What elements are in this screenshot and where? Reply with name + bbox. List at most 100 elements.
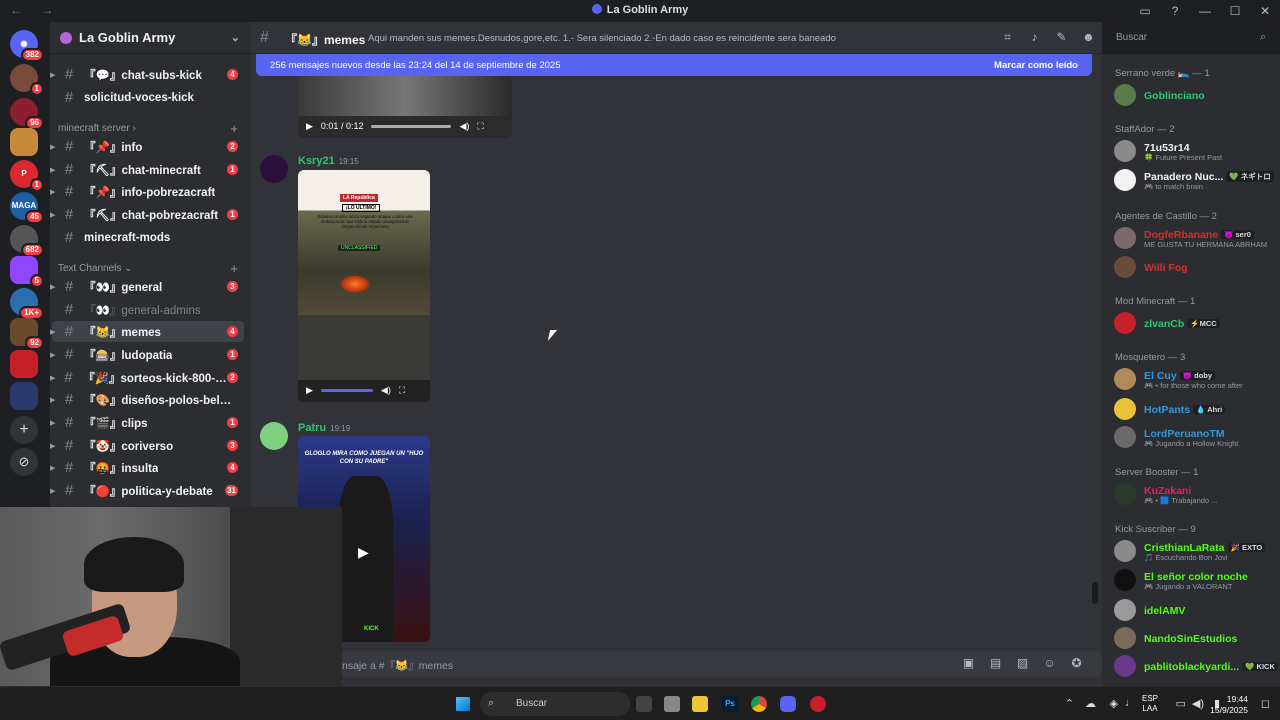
chrome-icon[interactable] [751, 696, 767, 712]
gif-icon[interactable]: ▤ [982, 656, 1009, 670]
channel-item[interactable]: # solicitud-voces-kick [52, 87, 244, 108]
gift-icon[interactable]: ▣ [955, 656, 982, 670]
channel-topic[interactable]: Aqui manden sus memes.Desnudos,gore,etc.… [368, 33, 836, 44]
inbox-icon[interactable]: ▭ [1130, 4, 1160, 18]
volume-icon[interactable]: ◀) [381, 385, 391, 396]
member-item[interactable]: KuZakani 🎮 • 🟦 Trabajando ... [1114, 481, 1278, 507]
pin-icon[interactable]: ✎ [1048, 30, 1075, 45]
channel-item[interactable]: # 『👀』general-admins [52, 299, 244, 320]
member-item[interactable]: NandoSinEstudios [1114, 625, 1278, 651]
server-icon[interactable]: P1 [10, 160, 44, 192]
photoshop-icon[interactable]: Ps [722, 696, 738, 712]
play-icon[interactable]: ▶ [358, 544, 369, 561]
close-button[interactable]: ✕ [1250, 4, 1280, 18]
member-item[interactable]: Panadero Nuc... 💚 ネギトロ 🎮 to match brain [1114, 167, 1278, 193]
channel-item[interactable]: ▶ # 『🎰』ludopatia 1 [50, 344, 244, 365]
discord-icon[interactable] [780, 696, 796, 712]
server-icon[interactable]: 92 [10, 318, 44, 350]
tray-app-icon[interactable]: ◈ [1110, 697, 1118, 710]
member-item[interactable]: El señor color noche 🎮 Jugando a VALORANT [1114, 567, 1278, 593]
sticker-icon[interactable]: ▨ [1009, 656, 1036, 670]
channel-item[interactable]: ▶#『🎨』diseños-polos-beluga-ar... [50, 389, 244, 410]
start-button[interactable] [456, 697, 470, 711]
mark-as-read-button[interactable]: Marcar como leído [994, 60, 1078, 71]
category-minecraft[interactable]: minecraft server › + [58, 121, 238, 136]
file-explorer-icon[interactable] [692, 696, 708, 712]
server-icon[interactable]: 1 [10, 64, 44, 96]
task-view-icon[interactable] [636, 696, 652, 712]
server-icon[interactable]: 682 [10, 225, 44, 257]
channel-item-selected[interactable]: ▶ # 『😹』memes 4 [50, 321, 244, 342]
server-icon[interactable]: MAGA 45 [10, 192, 44, 224]
maximize-button[interactable]: ☐ [1220, 4, 1250, 18]
play-icon[interactable]: ▶ [306, 385, 313, 396]
notification-icon[interactable]: ◻ [1261, 697, 1270, 710]
server-icon[interactable] [10, 128, 38, 156]
member-item[interactable]: HotPants 💧 Ahri [1114, 396, 1278, 422]
server-icon[interactable] [10, 382, 38, 410]
new-messages-banner[interactable]: 256 mensajes nuevos desde las 23:24 del … [256, 54, 1092, 76]
network-icon[interactable]: ▭ [1176, 697, 1186, 710]
home-button[interactable]: ◉ 382 [10, 30, 44, 62]
member-item[interactable]: El Cuy 😈 doby 🎮 • for those who come after [1114, 366, 1278, 392]
member-item[interactable]: Goblinciano [1114, 82, 1278, 108]
notification-bell-icon[interactable]: ♪ [1021, 30, 1048, 45]
member-item[interactable]: 71u53r14 🍀 Future Present Past [1114, 138, 1278, 164]
author-name[interactable]: Ksry21 [298, 155, 335, 167]
member-list-icon[interactable]: ☻ [1075, 30, 1102, 45]
progress-bar[interactable] [320, 388, 373, 392]
member-item[interactable]: zlvanCb ⚡MCC [1114, 310, 1278, 336]
add-channel-icon[interactable]: + [230, 261, 238, 276]
avatar[interactable] [260, 422, 288, 450]
category-text-channels[interactable]: Text Channels ⌄ + [58, 261, 238, 276]
channel-item[interactable]: ▶ # 『👀』general 3 [50, 276, 244, 297]
help-icon[interactable]: ? [1160, 4, 1190, 18]
avatar[interactable] [260, 155, 288, 183]
video-attachment[interactable]: LA República ¡LO ÚLTIMO! Estados Unidos … [298, 170, 430, 402]
minimize-button[interactable]: — [1190, 4, 1220, 18]
app-icon[interactable] [664, 696, 680, 712]
channel-item[interactable]: ▶ # 『🎬』clips 1 [50, 412, 244, 433]
channel-item[interactable]: ▶ # 『🔴』politica-y-debate 31 [50, 480, 244, 501]
member-item[interactable]: idelAMV [1114, 597, 1278, 623]
channel-item[interactable]: ▶ # 『⛏』chat-minecraft 1 [50, 159, 244, 180]
video-attachment[interactable]: ▶ 0:01 / 0:12 ◀) ⛶ [298, 76, 512, 138]
cloud-icon[interactable]: ☁ [1085, 697, 1096, 710]
channel-item[interactable]: ▶ # 『📌』info 2 [50, 136, 244, 157]
channel-item[interactable]: ▶ # 『🤡』coriverso 3 [50, 435, 244, 456]
guild-header[interactable]: La Goblin Army ⌄ [50, 22, 250, 54]
emoji-icon[interactable]: ☺ [1036, 656, 1063, 670]
volume-icon[interactable]: ◀) [1192, 697, 1204, 710]
author-name[interactable]: Patru [298, 422, 326, 434]
volume-icon[interactable]: ◀) [459, 121, 469, 132]
play-icon[interactable]: ▶ [306, 121, 313, 132]
server-icon[interactable]: 1K+ [10, 288, 44, 320]
member-item[interactable]: LordPeruanoTM 🎮 Jugando a Hollow Knight [1114, 424, 1278, 450]
channel-item[interactable]: ▶ # 『🎉』sorteos-kick-800-s... 2 [50, 367, 244, 388]
microphone-icon[interactable]: ♩ [1125, 697, 1136, 709]
member-item[interactable]: CristhianLaRata 🎉 EXTO 🎵 Escuchando Bon Jo… [1114, 538, 1278, 564]
fullscreen-icon[interactable]: ⛶ [477, 121, 483, 132]
explore-icon[interactable]: ⊘ [10, 448, 38, 476]
member-item[interactable]: Willi Fog [1114, 254, 1278, 280]
progress-bar[interactable] [371, 124, 452, 128]
apps-icon[interactable]: ✪ [1063, 656, 1090, 670]
member-item[interactable]: DogfeRbanane 😈 ser0 ME GUSTA TU HERMANA AB… [1114, 225, 1278, 251]
member-item[interactable]: pablitoblackyardi... 💚 KICK [1114, 653, 1278, 679]
server-icon[interactable]: 96 [10, 98, 44, 130]
channel-item[interactable]: ▶ # 『⛏』chat-pobrezacraft 1 [50, 204, 244, 225]
search-input[interactable]: Buscar ⌕ [1110, 28, 1272, 48]
channel-item[interactable]: ▶ # 『📌』info-pobrezacraft [50, 181, 244, 202]
fullscreen-icon[interactable]: ⛶ [399, 385, 405, 396]
taskbar-search[interactable]: ⌕ Buscar [480, 692, 630, 716]
server-icon[interactable] [10, 350, 38, 378]
app-icon[interactable] [810, 696, 826, 712]
threads-icon[interactable]: ⌗ [994, 30, 1021, 45]
channel-item[interactable]: # minecraft-mods [52, 227, 244, 248]
server-icon[interactable]: 5 [10, 256, 44, 288]
language-indicator[interactable]: ESP LAA [1142, 694, 1158, 714]
channel-item[interactable]: ▶ # 『💬』chat-subs-kick 4 [50, 64, 244, 85]
clock[interactable]: 19:44 15/9/2025 [1210, 694, 1248, 716]
add-server-icon[interactable]: + [10, 416, 38, 444]
channel-item[interactable]: ▶ # 『🤬』insulta 4 [50, 457, 244, 478]
